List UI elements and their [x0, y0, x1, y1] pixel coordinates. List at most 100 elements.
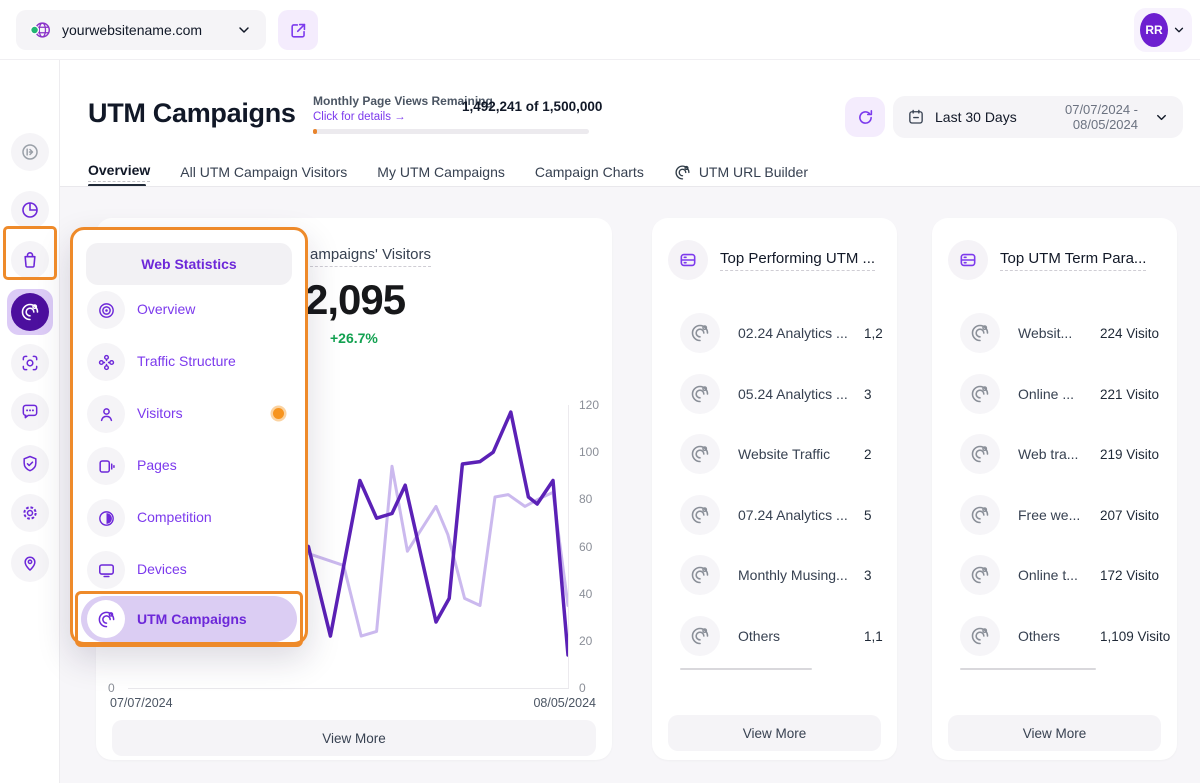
list-item[interactable]: Online t... 172 Visito	[932, 555, 1177, 595]
menu-item-competition[interactable]: Competition	[73, 492, 305, 544]
database-icon	[668, 240, 708, 280]
term-name: Others	[1018, 628, 1060, 644]
campaign-value: 5	[864, 508, 872, 523]
list-item[interactable]: Websit... 224 Visito	[932, 313, 1177, 353]
term-visitors: 1,109 Visito	[1100, 629, 1170, 644]
tab-campaign-charts[interactable]: Campaign Charts	[535, 164, 644, 180]
menu-item-pages[interactable]: Pages	[73, 440, 305, 492]
top-utm-term-card: Top UTM Term Para... Websit... 224 Visito…	[932, 218, 1177, 760]
visitors-delta: +26.7%	[330, 330, 378, 346]
term-visitors: 219 Visito	[1100, 447, 1159, 462]
utm-radar-icon	[11, 293, 49, 331]
calendar-icon	[907, 108, 925, 126]
card-header: Top UTM Term Para...	[948, 240, 1146, 280]
view-more-button[interactable]: View More	[668, 715, 881, 751]
y-tick-label: 0	[579, 681, 612, 695]
sidebar-toggle-icon[interactable]	[11, 133, 49, 171]
view-more-button[interactable]: View More	[948, 715, 1161, 751]
list-item[interactable]: 07.24 Analytics ... 5	[652, 495, 897, 535]
sidebar-item-reports[interactable]	[11, 191, 49, 229]
list-item[interactable]: Others1,1	[652, 616, 897, 656]
list-item[interactable]: Monthly Musing... 3	[652, 555, 897, 595]
menu-item-overview[interactable]: Overview	[73, 284, 305, 336]
website-selector[interactable]: yourwebsitename.com	[16, 10, 266, 50]
sidebar-item-settings[interactable]	[11, 494, 49, 532]
card-title: Top UTM Term Para...	[1000, 250, 1146, 271]
x-axis-end-label: 08/05/2024	[533, 696, 596, 710]
campaign-value: 3	[864, 568, 872, 583]
list-item[interactable]: Others 1,109 Visito	[932, 616, 1177, 656]
traffic-structure-icon	[87, 343, 125, 381]
utm-spiral-icon	[680, 313, 720, 353]
menu-item-visitors[interactable]: Visitors	[73, 388, 305, 440]
sidebar-item-location[interactable]	[11, 544, 49, 582]
utm-spiral-icon	[680, 555, 720, 595]
y-tick-label: 80	[579, 492, 612, 506]
devices-monitor-icon	[87, 551, 125, 589]
open-website-button[interactable]	[278, 10, 318, 50]
popup-header: Web Statistics	[86, 243, 292, 285]
term-visitors: 207 Visito	[1100, 508, 1159, 523]
sidebar-item-feedback[interactable]	[11, 393, 49, 431]
database-icon	[948, 240, 988, 280]
tab-my-utm-campaigns[interactable]: My UTM Campaigns	[377, 164, 505, 180]
campaign-name: 07.24 Analytics ...	[738, 507, 848, 523]
utm-spiral-icon	[960, 616, 1000, 656]
tab-bar: Overview All UTM Campaign Visitors My UT…	[88, 158, 808, 186]
card-title: Top Performing UTM ...	[720, 250, 875, 271]
utm-spiral-icon	[680, 495, 720, 535]
card-header: Top Performing UTM ...	[668, 240, 875, 280]
campaign-value: 2	[864, 447, 872, 462]
menu-item-utm-campaigns-active[interactable]: UTM Campaigns	[81, 596, 297, 642]
term-visitors: 224 Visito	[1100, 326, 1159, 341]
globe-icon	[30, 19, 52, 41]
utm-spiral-icon	[960, 434, 1000, 474]
campaign-name: Monthly Musing...	[738, 567, 848, 583]
view-more-button[interactable]: View More	[112, 720, 596, 756]
visitors-total: 2,095	[305, 276, 405, 324]
sidebar-item-ecommerce[interactable]	[11, 241, 49, 279]
y-axis-line	[568, 405, 569, 688]
sidebar-item-tracking[interactable]	[11, 344, 49, 382]
quota-progress-fill	[313, 129, 317, 134]
list-item[interactable]: 05.24 Analytics ...3	[652, 374, 897, 414]
y-tick-label: 20	[579, 634, 612, 648]
visitors-person-icon	[87, 395, 125, 433]
date-range-picker[interactable]: Last 30 Days 07/07/2024 - 08/05/2024	[893, 96, 1183, 138]
term-name: Web tra...	[1018, 446, 1078, 462]
y-axis-zero-left: 0	[108, 681, 115, 695]
tab-utm-url-builder[interactable]: UTM URL Builder	[674, 164, 808, 181]
top-performing-utm-card: Top Performing UTM ... 02.24 Analytics .…	[652, 218, 897, 760]
sidebar-item-privacy[interactable]	[11, 445, 49, 483]
y-tick-label: 60	[579, 540, 612, 554]
overview-target-icon	[87, 291, 125, 329]
avatar: RR	[1140, 13, 1168, 47]
term-name: Websit...	[1018, 325, 1072, 341]
list-item[interactable]: 02.24 Analytics ...1,2	[652, 313, 897, 353]
term-name: Online t...	[1018, 567, 1078, 583]
chevron-down-icon	[1154, 110, 1169, 125]
y-tick-label: 100	[579, 445, 612, 459]
utm-spiral-icon	[680, 434, 720, 474]
date-range: 07/07/2024 - 08/05/2024	[1027, 102, 1138, 132]
sidebar-item-web-statistics-active[interactable]	[7, 289, 53, 335]
campaign-name: 02.24 Analytics ...	[738, 325, 848, 341]
user-menu[interactable]: RR	[1134, 8, 1192, 52]
list-item[interactable]: Web tra... 219 Visito	[932, 434, 1177, 474]
line-series-current-period	[295, 412, 568, 655]
refresh-button[interactable]	[845, 97, 885, 137]
quota-details-link[interactable]: Click for details →	[313, 111, 406, 123]
list-item[interactable]: Online ...221 Visito	[932, 374, 1177, 414]
web-statistics-popup: Web Statistics Overview Traffic Structur…	[70, 227, 308, 645]
sidebar	[0, 60, 60, 783]
chart-card-title: ampaigns' Visitors	[310, 246, 431, 267]
menu-item-traffic-structure[interactable]: Traffic Structure	[73, 336, 305, 388]
tab-overview[interactable]: Overview	[88, 162, 150, 182]
tab-all-utm-campaign-visitors[interactable]: All UTM Campaign Visitors	[180, 164, 347, 180]
term-visitors: 172 Visito	[1100, 568, 1159, 583]
y-tick-label: 40	[579, 587, 612, 601]
list-item[interactable]: Free we...207 Visito	[932, 495, 1177, 535]
list-item[interactable]: Website Traffic2	[652, 434, 897, 474]
menu-item-devices[interactable]: Devices	[73, 544, 305, 596]
top-bar: yourwebsitename.com RR	[0, 0, 1200, 60]
